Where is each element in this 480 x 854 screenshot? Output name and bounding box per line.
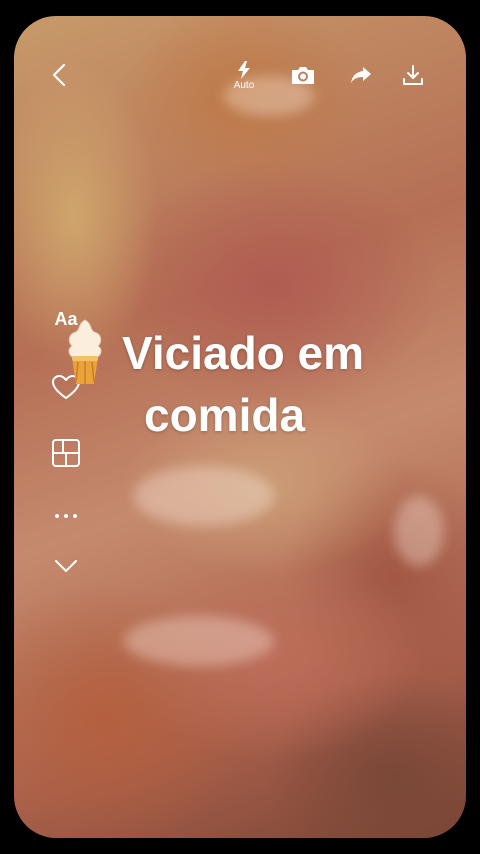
flash-icon <box>238 61 250 79</box>
food-highlight <box>134 466 274 526</box>
share-button[interactable] <box>346 62 376 88</box>
ice-cream-icon <box>68 319 102 384</box>
collapse-tools-button[interactable] <box>46 554 86 578</box>
flash-button[interactable]: Auto <box>226 56 262 96</box>
download-icon <box>403 65 423 85</box>
more-options-button[interactable] <box>46 504 86 528</box>
more-icon <box>55 514 77 518</box>
layout-icon <box>52 439 80 467</box>
download-button[interactable] <box>398 60 428 90</box>
food-highlight <box>394 496 444 566</box>
story-caption[interactable]: Viciado em comida <box>122 322 462 446</box>
caption-line-1: Viciado em <box>122 327 365 379</box>
camera-button[interactable] <box>288 62 318 88</box>
top-toolbar: Auto <box>14 16 466 116</box>
back-button[interactable] <box>44 60 74 90</box>
chevron-down-icon <box>55 560 77 572</box>
flash-mode-label: Auto <box>233 80 255 91</box>
ice-cream-sticker[interactable] <box>60 318 110 388</box>
share-arrow-icon <box>351 67 371 83</box>
story-canvas[interactable]: Auto Aa Viciado em comida <box>14 16 466 838</box>
layout-button[interactable] <box>46 436 86 470</box>
chevron-left-icon <box>52 63 66 87</box>
food-highlight <box>124 616 274 666</box>
caption-line-2: comida <box>144 389 306 441</box>
camera-icon <box>292 67 314 84</box>
